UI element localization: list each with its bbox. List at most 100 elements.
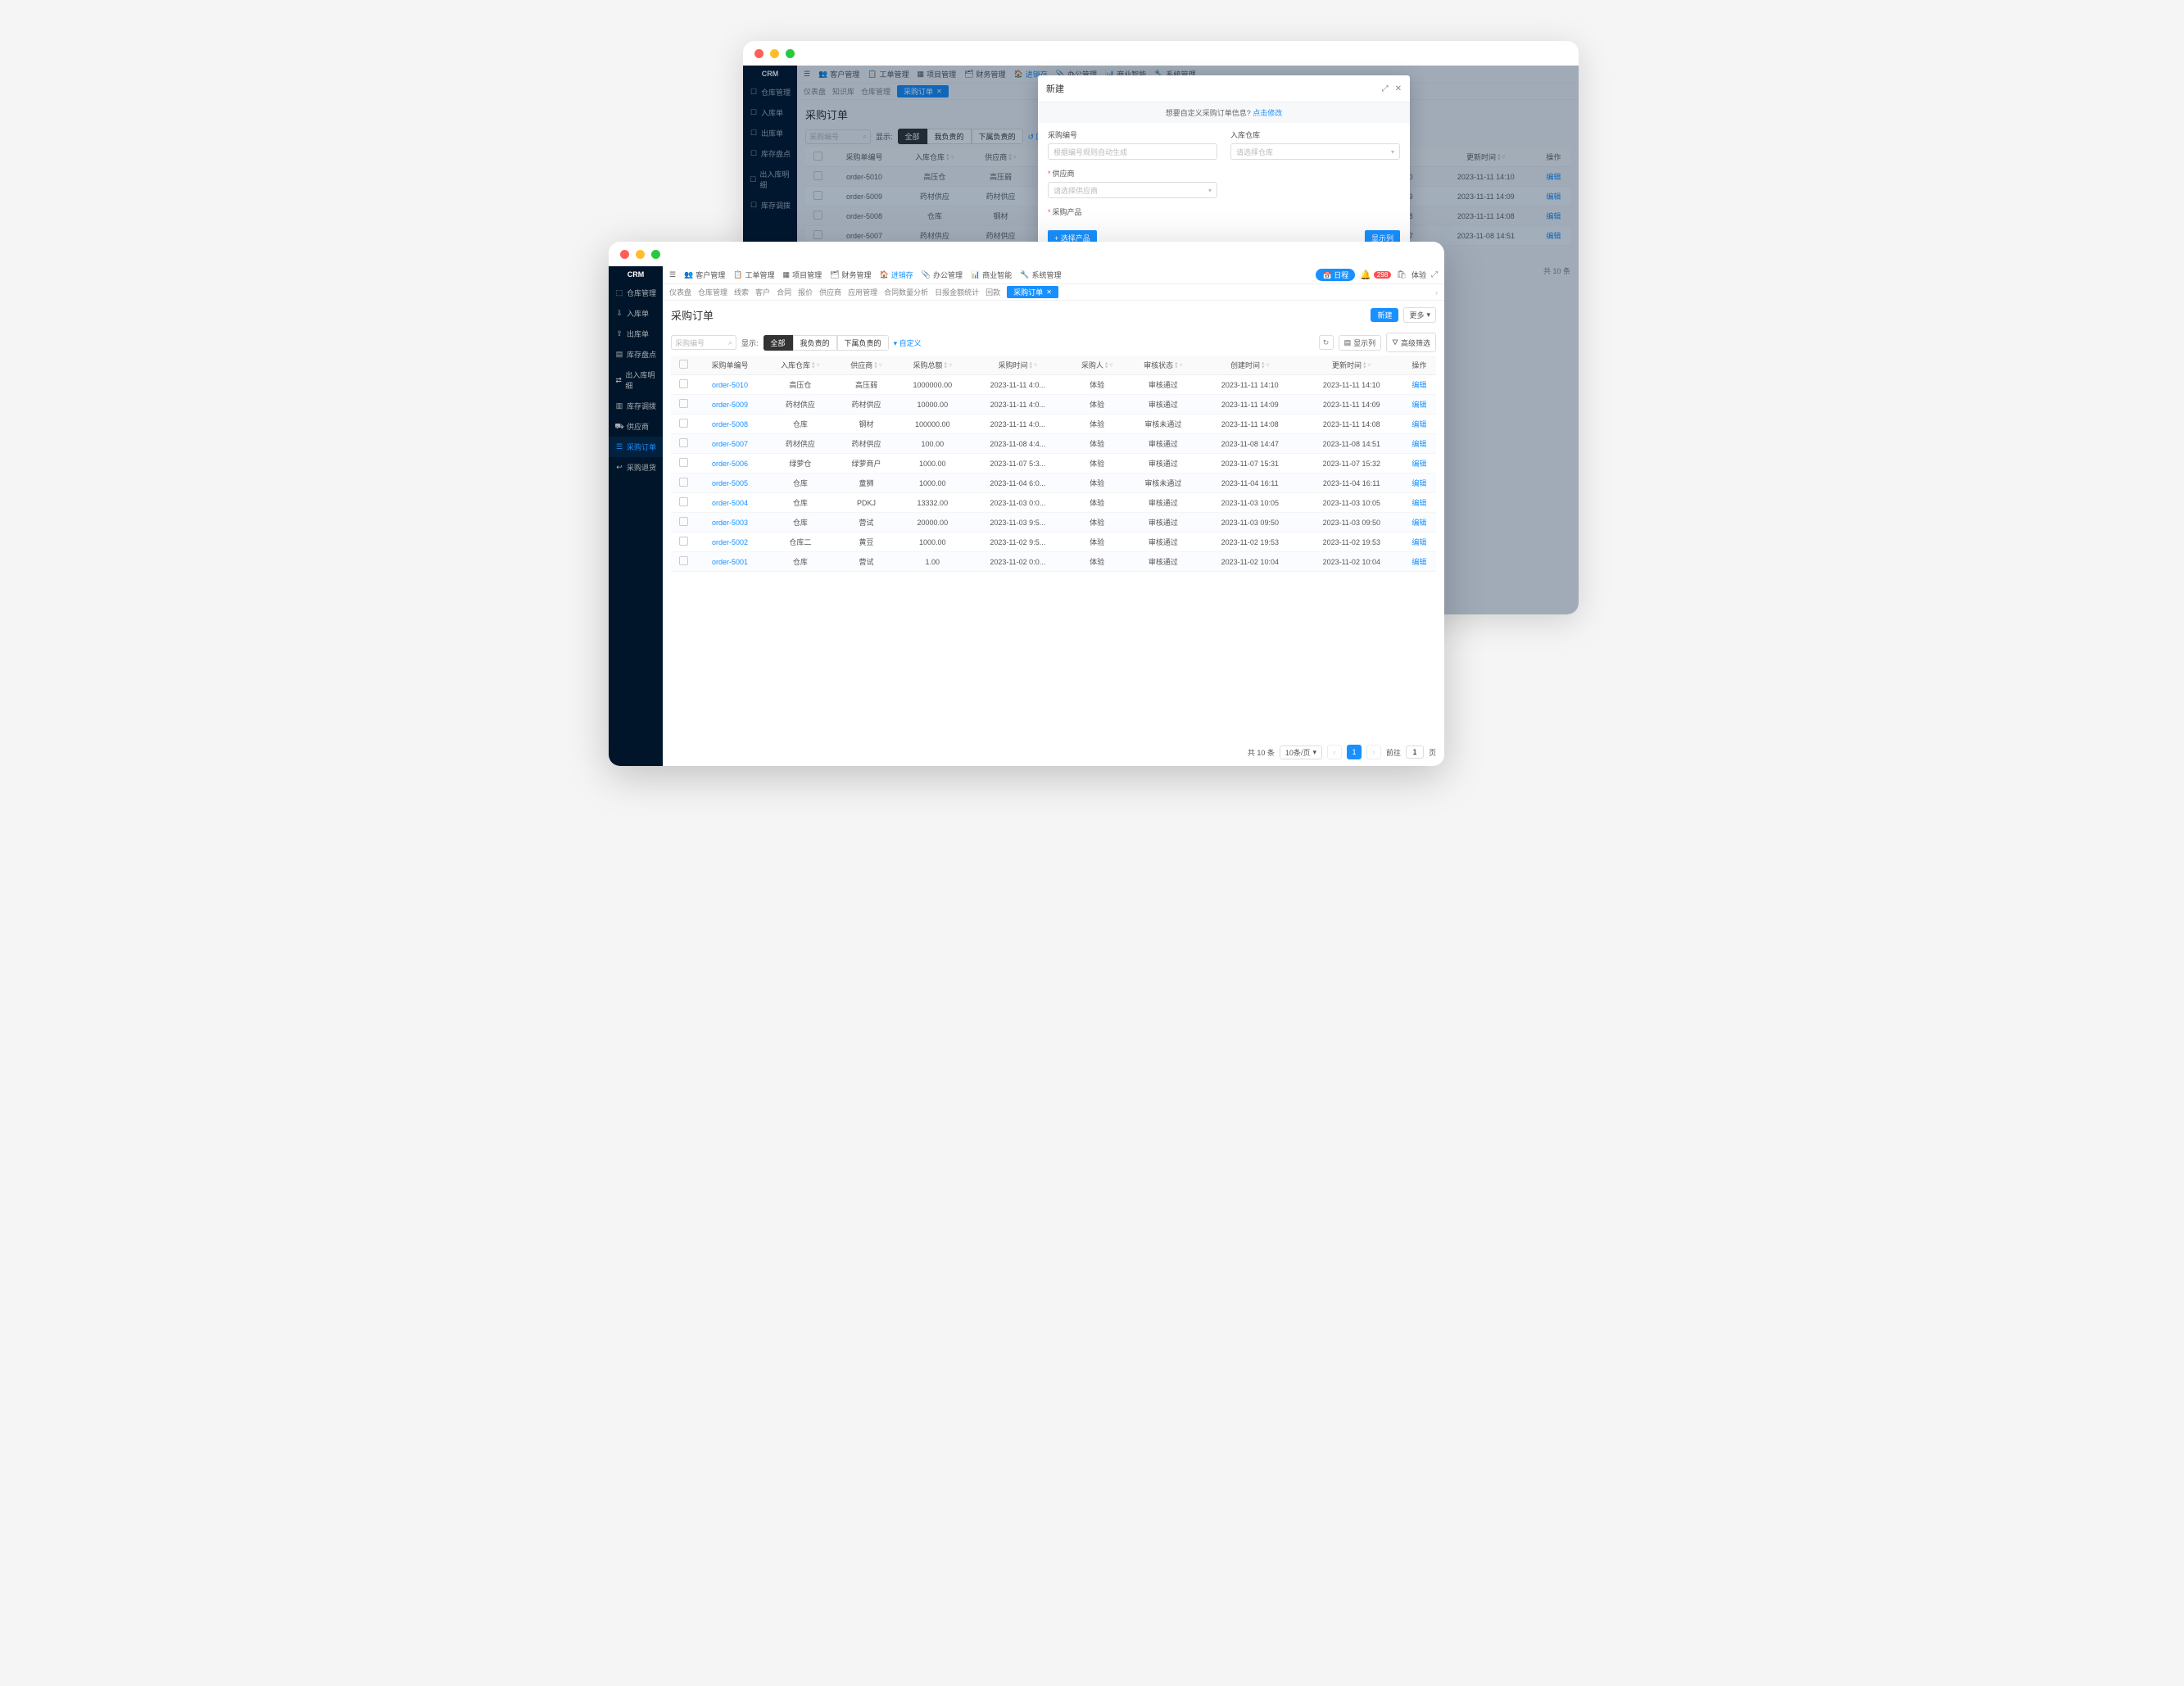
- sidebar-item[interactable]: ⬚仓库管理: [609, 283, 663, 303]
- topnav-item[interactable]: 👥客户管理: [684, 270, 725, 280]
- breadcrumb-item[interactable]: 日报金额统计: [935, 287, 979, 297]
- checkbox[interactable]: [813, 191, 822, 200]
- new-button[interactable]: 新建: [1371, 308, 1398, 322]
- table-header[interactable]: 供应商 ▴▾ ▿: [836, 356, 897, 375]
- edit-link[interactable]: 编辑: [1411, 538, 1426, 546]
- goto-input[interactable]: [1406, 746, 1424, 759]
- table-header[interactable]: 供应商 ▴▾ ▿: [971, 147, 1031, 167]
- topnav-item[interactable]: 🗂财务管理: [830, 270, 871, 280]
- close-icon[interactable]: ✕: [1046, 288, 1052, 296]
- breadcrumb-item[interactable]: 回款: [986, 287, 1000, 297]
- sidebar-item[interactable]: ⇧出库单: [609, 324, 663, 344]
- more-button[interactable]: 更多 ▾: [1403, 307, 1436, 323]
- table-header[interactable]: 更新时间 ▴▾ ▿: [1301, 356, 1402, 375]
- page-size-select[interactable]: 10条/页 ▾: [1280, 746, 1322, 759]
- checkbox[interactable]: [813, 211, 822, 220]
- sidebar-item[interactable]: ▥库存调拨: [609, 396, 663, 416]
- table-header[interactable]: 采购单编号: [830, 147, 899, 167]
- table-header[interactable]: [671, 356, 696, 375]
- checkbox[interactable]: [813, 171, 822, 180]
- sidebar-item[interactable]: ☐入库单: [743, 102, 797, 123]
- topnav-item[interactable]: 📋工单管理: [733, 270, 774, 280]
- next-page-button[interactable]: ›: [1366, 745, 1381, 759]
- sidebar-item[interactable]: ▤库存盘点: [609, 344, 663, 365]
- topnav-item[interactable]: 🔧系统管理: [1020, 270, 1061, 280]
- breadcrumb-item[interactable]: 客户: [755, 287, 770, 297]
- sidebar-item[interactable]: ⛟供应商: [609, 416, 663, 437]
- breadcrumb-item[interactable]: 应用管理: [848, 287, 877, 297]
- order-id-link[interactable]: order-5001: [696, 552, 764, 572]
- select-supplier[interactable]: 请选择供应商▾: [1048, 182, 1217, 198]
- checkbox[interactable]: [679, 419, 688, 428]
- topnav-item[interactable]: 📋工单管理: [868, 69, 908, 79]
- edit-link[interactable]: 编辑: [1411, 440, 1426, 448]
- topnav-item[interactable]: 👥客户管理: [818, 69, 859, 79]
- checkbox[interactable]: [679, 360, 688, 369]
- table-header[interactable]: 采购总额 ▴▾ ▿: [896, 356, 968, 375]
- order-id-link[interactable]: order-5008: [696, 415, 764, 434]
- adv-filter-button[interactable]: 🜄 高级筛选: [1386, 333, 1436, 352]
- order-id-link[interactable]: order-5009: [830, 187, 899, 206]
- segment-button[interactable]: 我负责的: [927, 129, 972, 144]
- close-dot-icon[interactable]: [754, 49, 763, 58]
- edit-link[interactable]: 编辑: [1546, 212, 1561, 220]
- edit-link[interactable]: 编辑: [1411, 499, 1426, 507]
- table-header[interactable]: 更新时间 ▴▾ ▿: [1435, 147, 1537, 167]
- sidebar-item[interactable]: ☐出入库明细: [743, 164, 797, 195]
- edit-link[interactable]: 编辑: [1411, 519, 1426, 527]
- minimize-dot-icon[interactable]: [636, 250, 645, 259]
- topnav-item[interactable]: ▦项目管理: [783, 270, 822, 280]
- checkbox[interactable]: [679, 399, 688, 408]
- edit-link[interactable]: 编辑: [1546, 173, 1561, 181]
- breadcrumb-item[interactable]: 合同: [777, 287, 791, 297]
- close-icon[interactable]: ✕: [936, 88, 942, 95]
- order-id-link[interactable]: order-5002: [696, 533, 764, 552]
- breadcrumb-item[interactable]: 合同数量分析: [884, 287, 928, 297]
- chevron-right-icon[interactable]: ›: [1435, 288, 1438, 297]
- edit-link[interactable]: 编辑: [1411, 381, 1426, 389]
- edit-link[interactable]: 编辑: [1546, 193, 1561, 201]
- prev-page-button[interactable]: ‹: [1327, 745, 1342, 759]
- topnav-item[interactable]: 📎办公管理: [922, 270, 963, 280]
- table-header[interactable]: 入库仓库 ▴▾ ▿: [899, 147, 971, 167]
- segment-button[interactable]: 全部: [898, 129, 927, 144]
- checkbox[interactable]: [679, 497, 688, 506]
- breadcrumb-tab[interactable]: 采购订单✕: [897, 85, 949, 97]
- custom-link[interactable]: ▾ 自定义: [894, 338, 922, 348]
- segment-button[interactable]: 全部: [763, 335, 793, 351]
- sidebar-item[interactable]: ↩采购退货: [609, 457, 663, 478]
- search-input[interactable]: 采购编号⌕: [671, 335, 736, 350]
- calendar-pill[interactable]: 📅 日程: [1316, 269, 1355, 281]
- breadcrumb-item[interactable]: 线索: [734, 287, 749, 297]
- segment-button[interactable]: 我负责的: [793, 335, 837, 351]
- checkbox[interactable]: [679, 537, 688, 546]
- refresh-button[interactable]: ↻: [1319, 335, 1334, 350]
- checkbox[interactable]: [679, 517, 688, 526]
- edit-link[interactable]: 编辑: [1411, 460, 1426, 468]
- search-input[interactable]: 采购编号⌕: [805, 129, 871, 144]
- breadcrumb-tab[interactable]: 采购订单✕: [1007, 286, 1058, 298]
- order-id-link[interactable]: order-5010: [696, 375, 764, 395]
- table-header[interactable]: 创建时间 ▴▾ ▿: [1199, 356, 1301, 375]
- sidebar-item[interactable]: ☐仓库管理: [743, 82, 797, 102]
- checkbox[interactable]: [679, 556, 688, 565]
- edit-link[interactable]: 编辑: [1411, 420, 1426, 428]
- order-id-link[interactable]: order-5006: [696, 454, 764, 474]
- user-label[interactable]: 体验: [1411, 270, 1426, 280]
- sidebar-item[interactable]: ☰采购订单: [609, 437, 663, 457]
- checkbox[interactable]: [813, 152, 822, 161]
- topnav-item[interactable]: 🏠进销存: [880, 270, 913, 280]
- minimize-dot-icon[interactable]: [770, 49, 779, 58]
- sidebar-item[interactable]: ⇄出入库明细: [609, 365, 663, 396]
- order-id-link[interactable]: order-5010: [830, 167, 899, 187]
- close-icon[interactable]: ✕: [1395, 84, 1402, 93]
- breadcrumb-item[interactable]: 仪表盘: [669, 287, 691, 297]
- order-id-link[interactable]: order-5005: [696, 474, 764, 493]
- checkbox[interactable]: [813, 230, 822, 239]
- breadcrumb-item[interactable]: 仓库管理: [861, 86, 890, 97]
- table-header[interactable]: 采购时间 ▴▾ ▿: [968, 356, 1067, 375]
- select-warehouse[interactable]: 请选择仓库▾: [1230, 143, 1400, 160]
- edit-link[interactable]: 编辑: [1546, 232, 1561, 240]
- edit-link[interactable]: 编辑: [1411, 401, 1426, 409]
- table-header[interactable]: 采购人 ▴▾ ▿: [1067, 356, 1127, 375]
